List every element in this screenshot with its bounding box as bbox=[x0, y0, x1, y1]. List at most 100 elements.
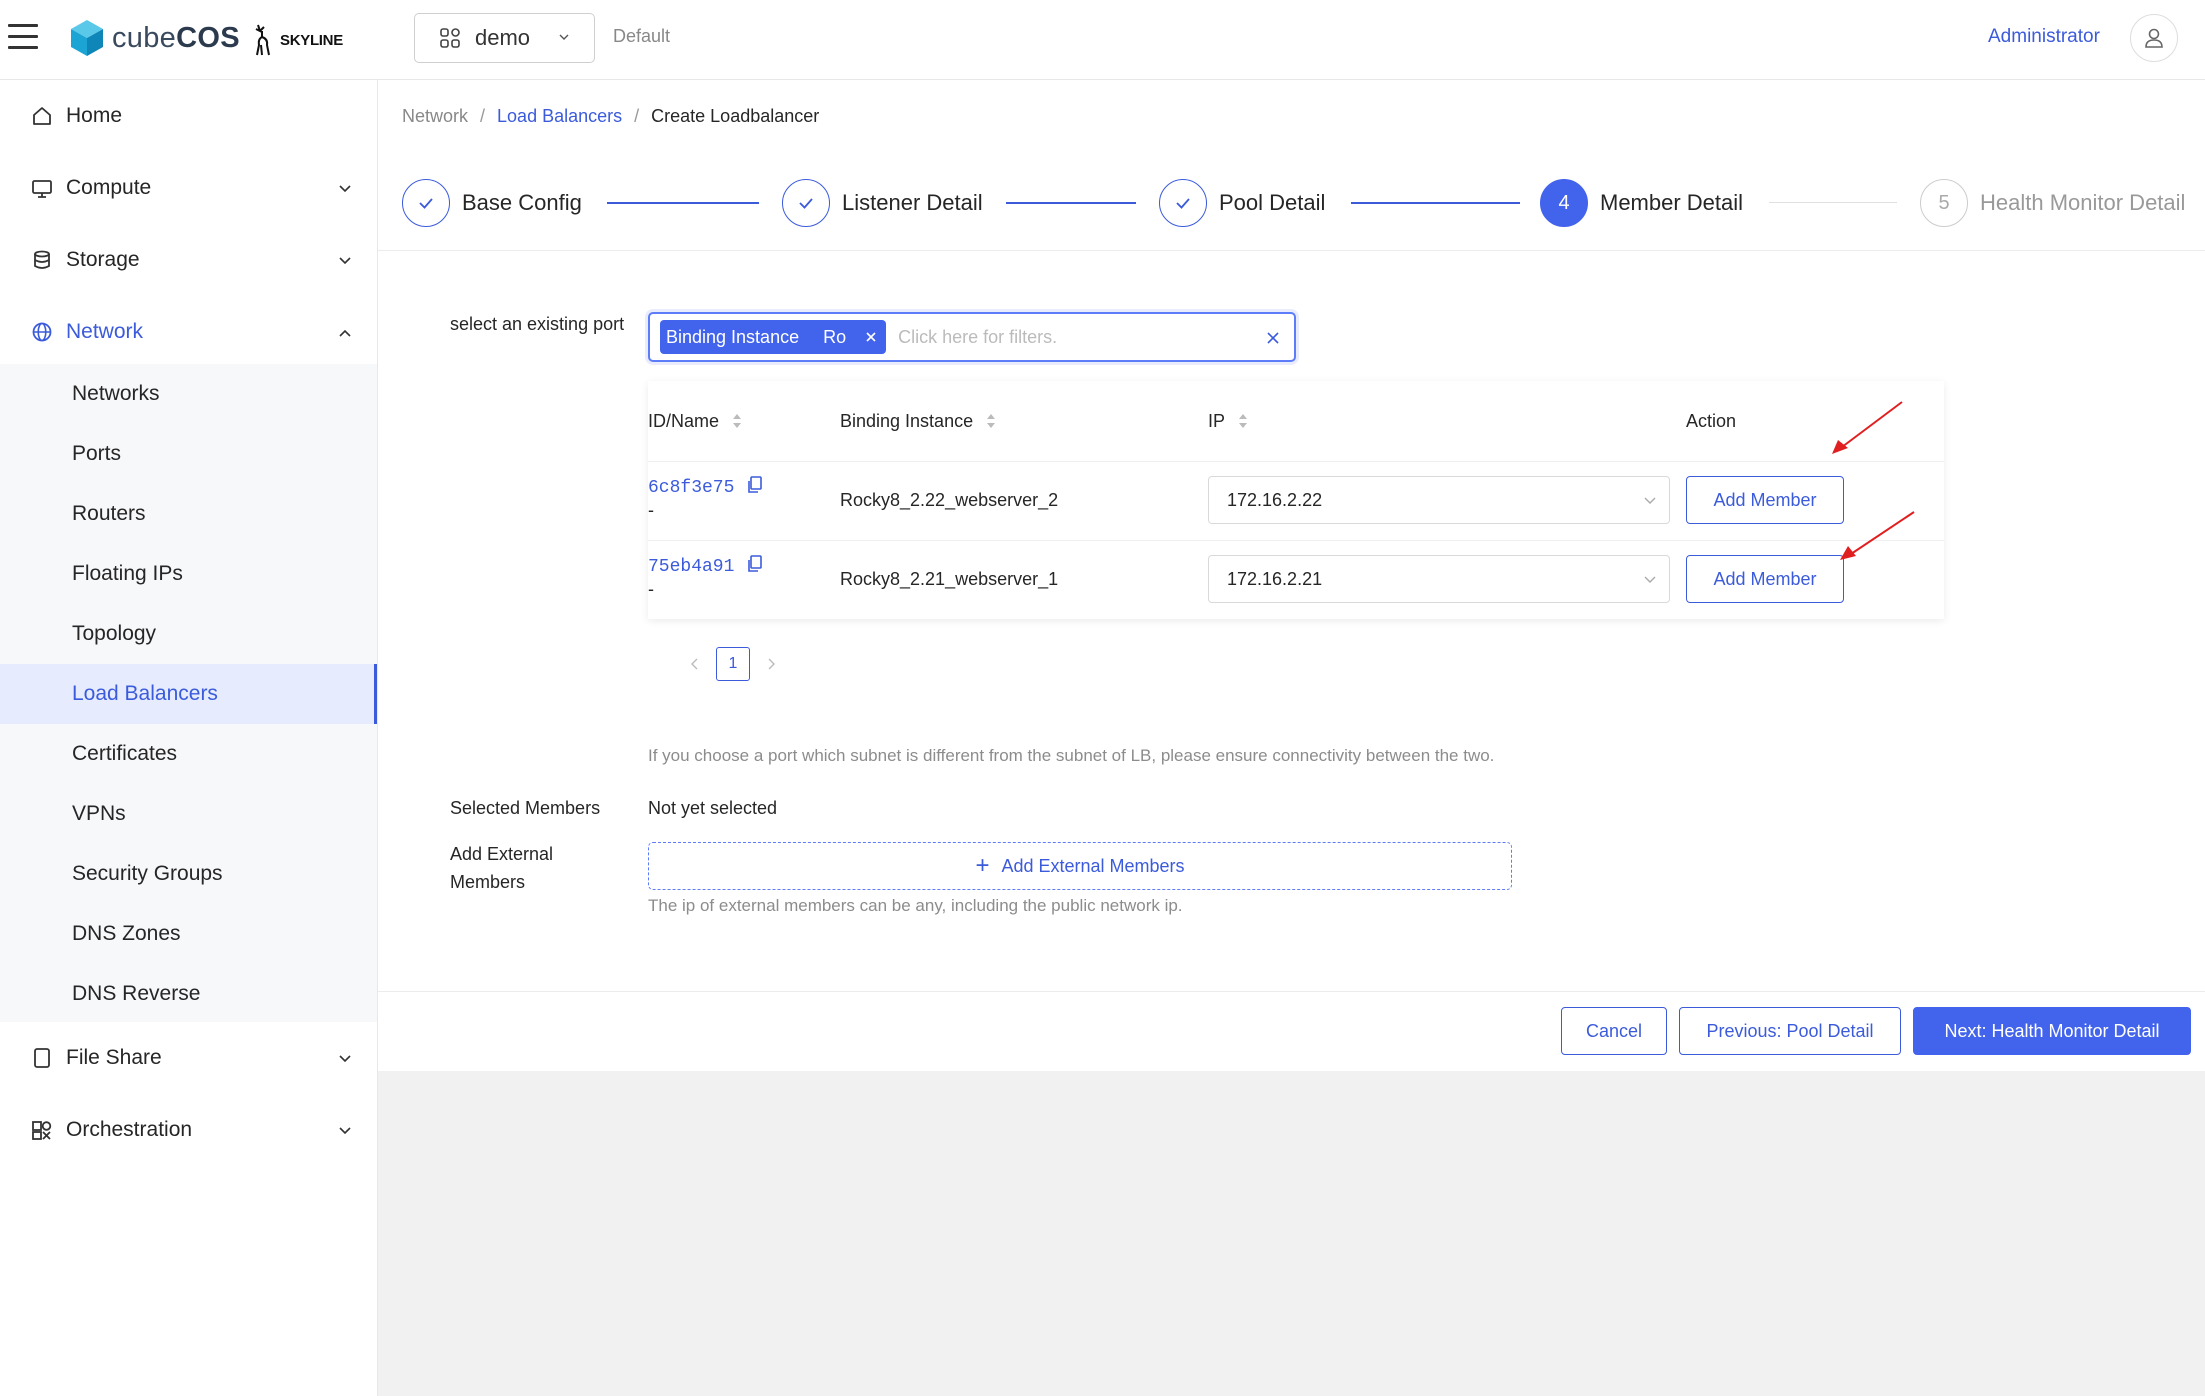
user-icon bbox=[2145, 28, 2163, 48]
chevron-down-icon bbox=[339, 257, 351, 265]
sort-icon[interactable] bbox=[1237, 411, 1249, 431]
breadcrumb-load-balancers[interactable]: Load Balancers bbox=[497, 106, 622, 127]
sidebar-item-label: File Share bbox=[66, 1046, 162, 1069]
selected-members-value: Not yet selected bbox=[648, 798, 778, 818]
sidebar-item-ports[interactable]: Ports bbox=[0, 424, 377, 484]
port-id-link[interactable]: 75eb4a91 bbox=[648, 557, 734, 577]
home-icon bbox=[30, 104, 54, 128]
column-header-id-name[interactable]: ID/Name bbox=[648, 381, 743, 461]
sidebar-item-certificates[interactable]: Certificates bbox=[0, 724, 377, 784]
column-header-label: IP bbox=[1208, 410, 1226, 431]
add-member-button[interactable]: Add Member bbox=[1686, 555, 1844, 603]
divider bbox=[378, 991, 2205, 992]
port-name: - bbox=[648, 500, 654, 520]
sidebar-item-label: Network bbox=[66, 320, 144, 343]
annotation-arrow-icon bbox=[1832, 401, 1903, 454]
sidebar-item-vpns[interactable]: VPNs bbox=[0, 784, 377, 844]
sidebar-item-label: Storage bbox=[66, 248, 140, 271]
ip-select[interactable]: 172.16.2.22 bbox=[1208, 476, 1670, 524]
sidebar-item-dns-reverse[interactable]: DNS Reverse bbox=[0, 964, 377, 1024]
step-health-monitor-detail[interactable]: 5 Health Monitor Detail bbox=[1920, 178, 2185, 228]
skyline-text: SKYLINE bbox=[280, 31, 343, 49]
column-header-label: Action bbox=[1686, 410, 1737, 431]
add-external-members-label-text: Add External Members bbox=[1001, 855, 1185, 876]
close-icon[interactable] bbox=[864, 330, 878, 344]
cancel-button[interactable]: Cancel bbox=[1561, 1007, 1667, 1055]
previous-button[interactable]: Previous: Pool Detail bbox=[1679, 1007, 1901, 1055]
filter-tag[interactable]: Binding Instance Ro bbox=[660, 320, 887, 354]
page-number[interactable]: 1 bbox=[716, 647, 750, 681]
id-cell: 6c8f3e75 - bbox=[648, 476, 763, 521]
project-selector[interactable]: demo bbox=[414, 13, 595, 63]
sidebar-item-security-groups[interactable]: Security Groups bbox=[0, 844, 377, 904]
sidebar-item-topology[interactable]: Topology bbox=[0, 604, 377, 664]
filter-tag-value: Ro bbox=[823, 326, 847, 347]
external-members-hint: The ip of external members can be any, i… bbox=[648, 896, 1183, 915]
step-pool-detail[interactable]: Pool Detail bbox=[1159, 178, 1325, 228]
copy-icon[interactable] bbox=[747, 476, 763, 494]
sort-icon[interactable] bbox=[985, 411, 997, 431]
subnet-hint: If you choose a port which subnet is dif… bbox=[648, 746, 1495, 765]
cube-logo-icon bbox=[71, 20, 103, 56]
sidebar-item-load-balancers[interactable]: Load Balancers bbox=[0, 664, 377, 724]
globe-icon bbox=[30, 320, 54, 344]
prev-page-icon[interactable] bbox=[684, 654, 704, 674]
sidebar: Home Compute Storage Network Networks Po… bbox=[0, 80, 378, 1396]
step-connector bbox=[607, 202, 759, 204]
menu-icon[interactable] bbox=[8, 24, 38, 50]
sidebar-item-file-share[interactable]: File Share bbox=[0, 1022, 378, 1094]
sidebar-item-label: Home bbox=[66, 104, 123, 127]
ip-select[interactable]: 172.16.2.21 bbox=[1208, 555, 1670, 603]
next-page-icon[interactable] bbox=[762, 654, 782, 674]
chevron-down-icon bbox=[559, 34, 569, 40]
monitor-icon bbox=[30, 176, 54, 200]
sidebar-item-label: Compute bbox=[66, 176, 152, 199]
step-member-detail[interactable]: 4 Member Detail bbox=[1540, 178, 1743, 228]
table-row: 75eb4a91 - Rocky8_2.21_webserver_1 172.1… bbox=[648, 540, 1944, 619]
step-connector bbox=[1006, 202, 1136, 204]
column-header-action: Action bbox=[1686, 381, 1736, 461]
sidebar-item-compute[interactable]: Compute bbox=[0, 152, 378, 224]
column-header-ip[interactable]: IP bbox=[1208, 381, 1249, 461]
filter-input[interactable] bbox=[898, 326, 1239, 348]
sidebar-item-dns-zones[interactable]: DNS Zones bbox=[0, 904, 377, 964]
breadcrumb-current: Create Loadbalancer bbox=[651, 106, 820, 126]
port-id-link[interactable]: 6c8f3e75 bbox=[648, 478, 734, 498]
sidebar-item-network[interactable]: Network bbox=[0, 296, 378, 368]
next-button[interactable]: Next: Health Monitor Detail bbox=[1913, 1007, 2191, 1055]
step-base-config[interactable]: Base Config bbox=[402, 178, 582, 228]
sidebar-item-orchestration[interactable]: Orchestration bbox=[0, 1094, 378, 1166]
domain-label: Default bbox=[613, 26, 671, 46]
step-listener-detail[interactable]: Listener Detail bbox=[782, 178, 983, 228]
step-number: 4 bbox=[1540, 179, 1588, 227]
sidebar-item-storage[interactable]: Storage bbox=[0, 224, 378, 296]
filter-box[interactable]: Binding Instance Ro bbox=[648, 312, 1296, 362]
ip-value: 172.16.2.21 bbox=[1227, 568, 1323, 589]
avatar[interactable] bbox=[2130, 14, 2178, 62]
selected-members-label: Selected Members bbox=[450, 798, 601, 818]
deer-logo-icon bbox=[255, 24, 270, 56]
check-icon bbox=[1159, 179, 1207, 227]
sidebar-item-routers[interactable]: Routers bbox=[0, 484, 377, 544]
step-label: Listener Detail bbox=[842, 190, 983, 215]
clear-icon[interactable] bbox=[1266, 331, 1280, 345]
user-name-link[interactable]: Administrator bbox=[1988, 26, 2100, 48]
sidebar-item-home[interactable]: Home bbox=[0, 80, 378, 152]
id-cell: 75eb4a91 - bbox=[648, 555, 763, 600]
filter-tag-key: Binding Instance bbox=[666, 326, 800, 347]
column-header-binding-instance[interactable]: Binding Instance bbox=[840, 381, 997, 461]
sort-icon[interactable] bbox=[731, 411, 743, 431]
apps-icon bbox=[440, 28, 460, 48]
cubecos-logo[interactable]: cubeCOS bbox=[70, 18, 240, 58]
step-label: Member Detail bbox=[1600, 190, 1744, 215]
ip-value: 172.16.2.22 bbox=[1227, 489, 1323, 510]
add-member-button[interactable]: Add Member bbox=[1686, 476, 1844, 524]
binding-instance-cell: Rocky8_2.22_webserver_2 bbox=[840, 490, 1059, 510]
copy-icon[interactable] bbox=[747, 555, 763, 573]
skyline-logo: SKYLINE bbox=[250, 20, 343, 60]
sidebar-item-floating-ips[interactable]: Floating IPs bbox=[0, 544, 377, 604]
add-external-members-button[interactable]: + Add External Members bbox=[648, 842, 1512, 890]
sidebar-item-networks[interactable]: Networks bbox=[0, 364, 377, 424]
column-header-label: Binding Instance bbox=[840, 410, 974, 431]
pagination: 1 bbox=[684, 647, 782, 681]
